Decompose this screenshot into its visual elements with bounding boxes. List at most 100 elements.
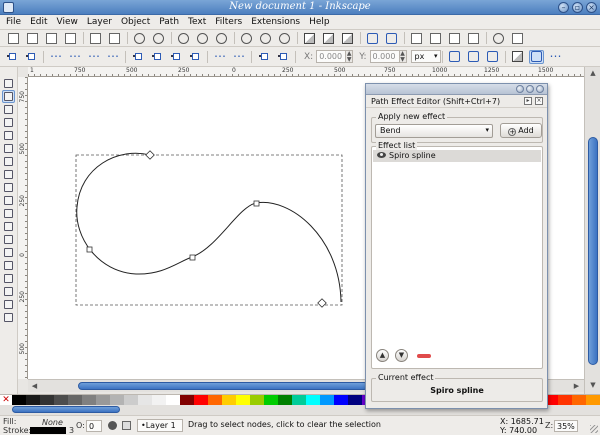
tool-rectangle[interactable] [2, 129, 15, 142]
effect-list-item[interactable]: Spiro spline [373, 150, 541, 162]
add-effect-button[interactable]: + Add [500, 123, 542, 138]
undo-button[interactable] [132, 31, 147, 45]
align-distribute-button[interactable] [466, 31, 481, 45]
node-symmetric-button[interactable] [168, 50, 183, 64]
palette-swatch[interactable] [166, 395, 180, 405]
redo-button[interactable] [151, 31, 166, 45]
horizontal-scroll-thumb[interactable] [78, 382, 368, 390]
tool-connector[interactable] [2, 311, 15, 324]
spiro-spline-path[interactable] [76, 152, 342, 303]
tool-zoom[interactable] [2, 116, 15, 129]
fill-stroke-button[interactable] [409, 31, 424, 45]
x-spin-button[interactable]: ▲ ▼ [346, 50, 354, 63]
import-button[interactable] [88, 31, 103, 45]
palette-swatch[interactable] [138, 395, 152, 405]
join-nodes-button[interactable] [48, 50, 63, 64]
palette-swatch[interactable] [124, 395, 138, 405]
zoom-selection-button[interactable] [239, 31, 254, 45]
palette-swatch[interactable] [40, 395, 54, 405]
y-spin-button[interactable]: ▲ ▼ [399, 50, 407, 63]
xml-editor-button[interactable] [447, 31, 462, 45]
segment-line-button[interactable] [212, 50, 227, 64]
print-button[interactable] [63, 31, 78, 45]
vertical-ruler[interactable]: 750 500 250 0 250 500 [18, 77, 28, 379]
transform-handles-button[interactable] [510, 50, 525, 64]
stroke-to-path-button[interactable] [275, 50, 290, 64]
path-effect-button[interactable] [528, 49, 544, 64]
scroll-right-icon[interactable]: ▶ [572, 381, 581, 391]
menu-path[interactable]: Path [159, 17, 179, 27]
new-document-button[interactable] [6, 31, 21, 45]
document-properties-button[interactable] [510, 31, 525, 45]
open-button[interactable] [25, 31, 40, 45]
ungroup-button[interactable] [384, 31, 399, 45]
palette-swatch[interactable] [68, 395, 82, 405]
close-button[interactable]: × [586, 2, 597, 13]
stroke-width[interactable]: 3 [69, 426, 74, 435]
current-layer-select[interactable]: •Layer 1 [137, 419, 183, 432]
object-to-path-button[interactable] [256, 50, 271, 64]
palette-swatch[interactable] [54, 395, 68, 405]
delete-node-button[interactable] [23, 50, 38, 64]
menu-view[interactable]: View [57, 17, 78, 27]
effect-type-combo[interactable]: Bend ▾ [375, 124, 493, 138]
tool-dropper[interactable] [2, 298, 15, 311]
y-coordinate-field[interactable]: 0.000 [369, 50, 400, 63]
unit-select[interactable]: px ▾ [410, 50, 441, 63]
clone-button[interactable] [321, 31, 336, 45]
palette-swatch[interactable] [110, 395, 124, 405]
export-button[interactable] [107, 31, 122, 45]
tool-gradient[interactable] [2, 285, 15, 298]
dialog-maximize-button[interactable] [526, 85, 534, 93]
break-path-button[interactable] [67, 50, 82, 64]
join-segment-button[interactable] [86, 50, 101, 64]
tool-calligraphy[interactable] [2, 220, 15, 233]
path-node[interactable] [253, 200, 260, 207]
palette-swatch[interactable] [194, 395, 208, 405]
palette-swatch[interactable] [250, 395, 264, 405]
node-auto-button[interactable] [187, 50, 202, 64]
cut-button[interactable] [195, 31, 210, 45]
dialog-minimize-button[interactable] [516, 85, 524, 93]
duplicate-button[interactable] [302, 31, 317, 45]
path-node[interactable] [145, 150, 155, 160]
palette-swatch[interactable] [208, 395, 222, 405]
palette-swatch[interactable] [558, 395, 572, 405]
palette-swatch[interactable] [572, 395, 586, 405]
maximize-button[interactable]: ▫ [572, 2, 583, 13]
move-effect-down-button[interactable]: ▼ [395, 349, 408, 362]
tool-spray[interactable] [2, 246, 15, 259]
paste-button[interactable] [214, 31, 229, 45]
tool-spiral[interactable] [2, 181, 15, 194]
layer-visibility-icon[interactable] [108, 421, 117, 430]
node-cusp-button[interactable] [130, 50, 145, 64]
vertical-scrollbar[interactable]: ▲ ▼ [584, 67, 600, 394]
scroll-down-icon[interactable]: ▼ [588, 381, 598, 390]
tool-3d-box[interactable] [2, 142, 15, 155]
tool-tweak[interactable] [2, 103, 15, 116]
palette-swatch[interactable] [264, 395, 278, 405]
opacity-field[interactable]: 0 [86, 420, 102, 432]
group-button[interactable] [365, 31, 380, 45]
palette-swatch[interactable] [334, 395, 348, 405]
palette-swatch[interactable] [306, 395, 320, 405]
preferences-button[interactable] [491, 31, 506, 45]
palette-swatch[interactable] [586, 395, 600, 405]
path-node[interactable] [317, 298, 327, 308]
show-handles-button[interactable] [447, 50, 462, 64]
show-outline-button[interactable] [466, 50, 481, 64]
tool-star[interactable] [2, 168, 15, 181]
zoom-drawing-button[interactable] [258, 31, 273, 45]
tool-node-editor[interactable] [2, 90, 15, 103]
palette-swatch[interactable] [96, 395, 110, 405]
tool-text[interactable] [2, 233, 15, 246]
dialog-iconify-button[interactable]: ▸ [524, 97, 532, 105]
segment-curve-button[interactable] [231, 50, 246, 64]
tool-eraser[interactable] [2, 259, 15, 272]
menu-layer[interactable]: Layer [87, 17, 112, 27]
tool-pencil[interactable] [2, 194, 15, 207]
palette-swatch[interactable] [348, 395, 362, 405]
no-paint-swatch[interactable]: ✕ [0, 395, 12, 405]
tool-pen[interactable] [2, 207, 15, 220]
resize-grip-icon[interactable] [590, 425, 598, 433]
